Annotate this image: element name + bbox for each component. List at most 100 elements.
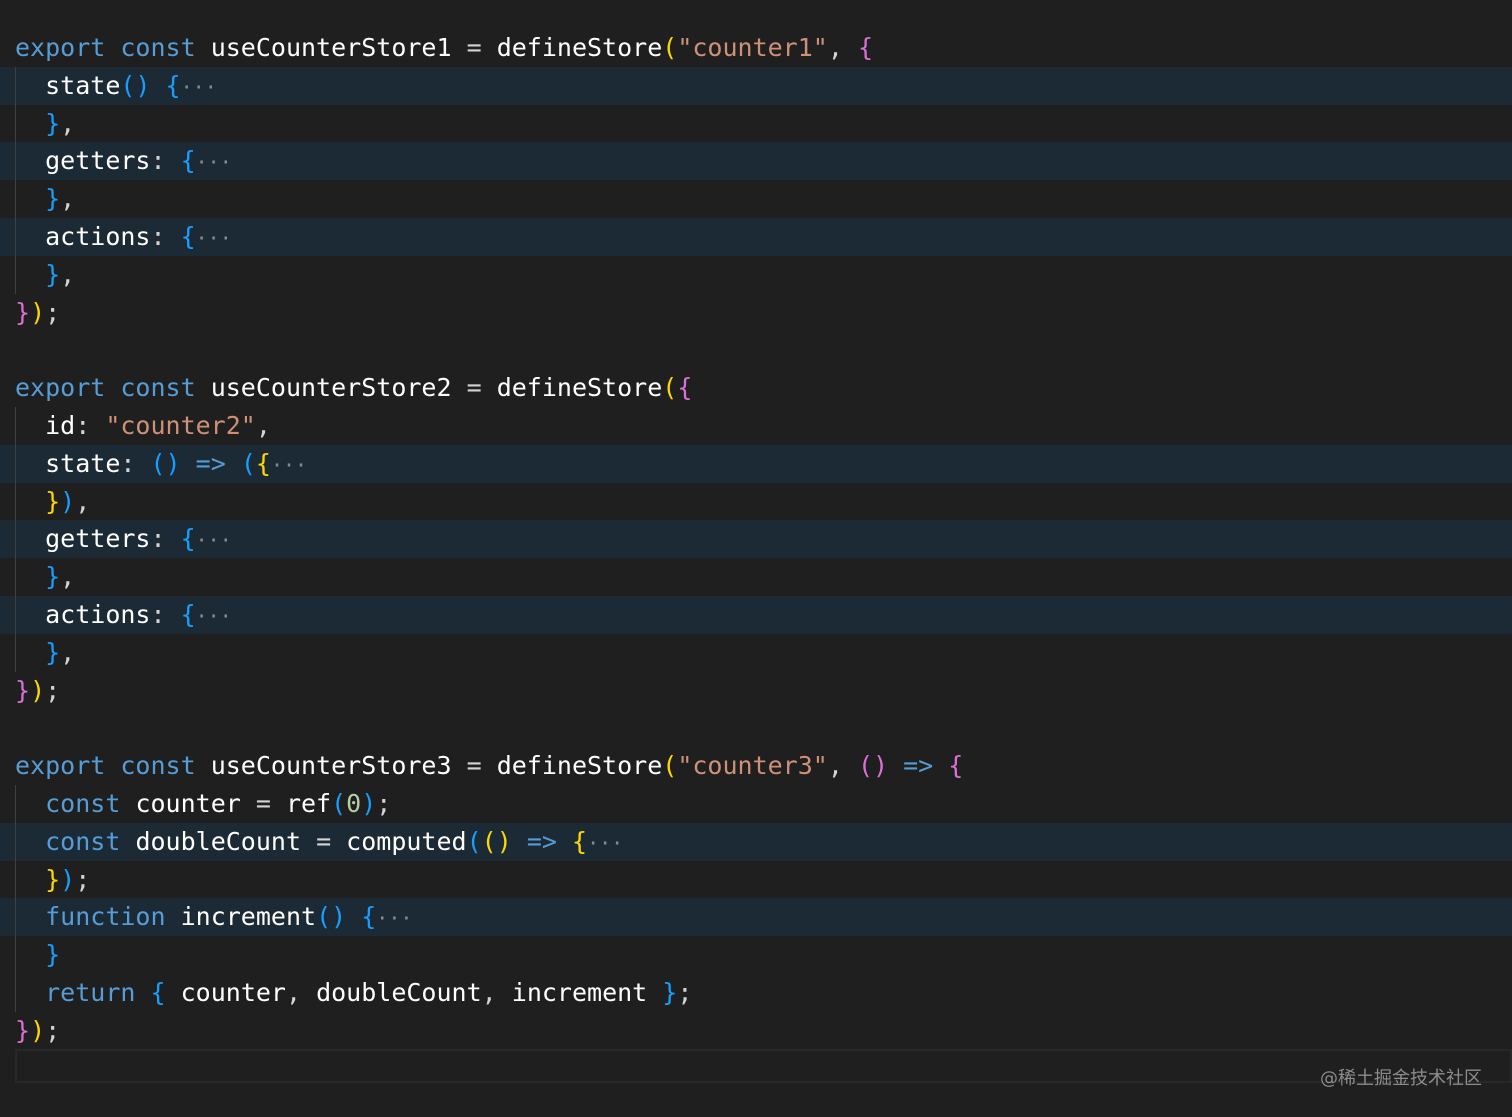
code-token: { (948, 751, 964, 781)
code-token: () (316, 902, 347, 932)
indent-guide (15, 406, 16, 445)
code-line[interactable]: }, (0, 633, 1512, 672)
code-token: , (60, 184, 76, 214)
code-line[interactable]: }); (0, 1012, 1512, 1050)
code-line[interactable]: }); (0, 672, 1512, 710)
code-token: ; (45, 1015, 61, 1045)
code-token: } (45, 184, 61, 214)
code-line[interactable]: }, (0, 180, 1512, 218)
code-token: counter (135, 788, 241, 818)
code-line[interactable]: export const useCounterStore2 = defineSt… (0, 369, 1512, 407)
fold-ellipsis[interactable]: ··· (196, 604, 232, 628)
code-token: "counter2" (105, 410, 256, 440)
code-line[interactable]: }, (0, 255, 1512, 294)
code-token: } (662, 977, 678, 1007)
indent-guide (15, 217, 16, 256)
code-line[interactable]: id: "counter2", (0, 406, 1512, 445)
code-token: { (572, 826, 588, 856)
code-line[interactable] (0, 709, 1512, 747)
code-area[interactable]: export const useCounterStore1 = defineSt… (0, 29, 1512, 1050)
code-line[interactable]: }), (0, 482, 1512, 521)
code-line[interactable]: return { counter, doubleCount, increment… (0, 973, 1512, 1012)
code-token: } (45, 637, 61, 667)
code-line[interactable]: export const useCounterStore1 = defineSt… (0, 29, 1512, 67)
code-token: getters (45, 146, 151, 176)
indent-guide (15, 66, 16, 105)
fold-ellipsis[interactable]: ··· (181, 75, 217, 99)
code-token: ; (677, 977, 693, 1007)
code-line[interactable]: }, (0, 558, 1512, 596)
code-token: state (45, 70, 121, 100)
code-line-folded[interactable]: function increment() {··· (0, 898, 1512, 937)
fold-ellipsis[interactable]: ··· (376, 906, 412, 930)
code-line[interactable]: }); (0, 294, 1512, 332)
code-line[interactable]: }); (0, 860, 1512, 899)
fold-ellipsis[interactable]: ··· (196, 226, 232, 250)
code-line-folded[interactable]: state() {··· (0, 66, 1512, 105)
code-token: { (857, 33, 874, 62)
code-line-folded[interactable]: actions: {··· (0, 595, 1512, 634)
code-line[interactable]: export const useCounterStore3 = defineSt… (0, 747, 1512, 785)
code-token: , (481, 977, 512, 1007)
fold-ellipsis[interactable]: ··· (196, 528, 232, 552)
code-line[interactable]: const counter = ref(0); (0, 784, 1512, 823)
code-token: const (45, 826, 121, 856)
code-token: { (677, 373, 693, 403)
fold-ellipsis[interactable]: ··· (271, 453, 307, 477)
code-token: counter (180, 977, 286, 1007)
code-token: id (45, 410, 76, 440)
code-token: , (60, 562, 76, 592)
code-editor[interactable]: export const useCounterStore1 = defineSt… (0, 0, 1512, 1117)
fold-ellipsis[interactable]: ··· (196, 150, 232, 174)
code-token: getters (45, 524, 151, 554)
current-line-highlight (15, 1049, 1512, 1083)
code-line[interactable] (0, 331, 1512, 369)
code-line[interactable]: } (0, 936, 1512, 974)
indent-guide (15, 255, 16, 294)
indent-guide (15, 520, 16, 559)
code-token: , (255, 410, 271, 440)
code-token: ( (662, 373, 678, 403)
code-token: return (45, 977, 136, 1007)
code-token: ) (361, 788, 377, 818)
code-token: } (45, 108, 61, 138)
code-line-folded[interactable]: getters: {··· (0, 520, 1512, 559)
code-line-folded[interactable]: getters: {··· (0, 142, 1512, 181)
code-token: function (45, 902, 166, 932)
indent-guide (15, 822, 16, 861)
code-token: { (165, 70, 181, 100)
code-line-folded[interactable]: actions: {··· (0, 217, 1512, 256)
indent-guide (15, 860, 16, 899)
code-token: ; (75, 864, 91, 894)
code-token: , (75, 486, 91, 516)
code-token: useCounterStore1 (210, 33, 452, 62)
indent-guide (15, 104, 16, 143)
code-token: : (120, 448, 151, 478)
code-token: , (285, 977, 317, 1007)
code-line-folded[interactable]: state: () => ({··· (0, 444, 1512, 483)
code-token: const (120, 373, 196, 403)
code-line[interactable]: }, (0, 104, 1512, 143)
code-line-folded[interactable]: const doubleCount = computed(() => {··· (0, 822, 1512, 861)
fold-ellipsis[interactable]: ··· (587, 831, 623, 855)
code-token: } (45, 864, 61, 894)
indent-guide (15, 482, 16, 521)
code-token: : (150, 524, 181, 554)
